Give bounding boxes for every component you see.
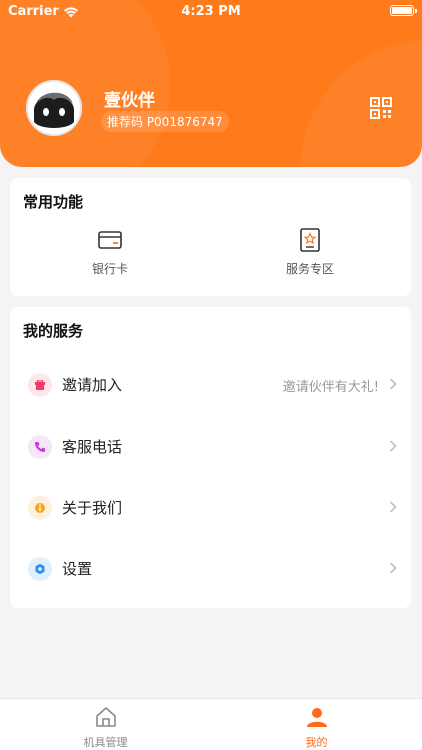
qr-code-icon[interactable] xyxy=(369,96,393,120)
service-item-about[interactable]: 关于我们 xyxy=(10,482,411,534)
service-item-phone[interactable]: 客服电话 xyxy=(10,421,411,473)
chevron-right-icon xyxy=(389,440,397,452)
tab-bar: 机具管理 我的 xyxy=(0,698,422,750)
person-icon xyxy=(306,708,327,727)
service-hint: 邀请伙伴有大礼! xyxy=(282,380,379,395)
bank-card-button[interactable]: 银行卡 xyxy=(10,228,210,277)
referral-code: 推荐码 P001876747 xyxy=(101,111,229,132)
decor-circle xyxy=(0,0,170,167)
common-functions-card: 常用功能 银行卡 服务专区 xyxy=(10,178,411,296)
status-bar: Carrier 4:23 PM xyxy=(0,0,422,22)
clock: 4:23 PM xyxy=(181,4,241,19)
settings-icon xyxy=(28,557,52,581)
card-title: 常用功能 xyxy=(23,193,84,211)
service-zone-label: 服务专区 xyxy=(285,262,334,276)
chevron-right-icon xyxy=(389,378,397,390)
tab-device-management[interactable]: 机具管理 xyxy=(0,705,211,750)
service-zone-icon xyxy=(300,228,320,252)
bank-card-label: 银行卡 xyxy=(91,262,128,276)
info-icon xyxy=(28,496,52,520)
card-title: 我的服务 xyxy=(23,322,84,340)
service-item-settings[interactable]: 设置 xyxy=(10,543,411,595)
home-icon xyxy=(95,707,116,727)
tab-label: 机具管理 xyxy=(83,736,128,749)
tab-label: 我的 xyxy=(305,736,328,749)
decor-circle xyxy=(300,40,422,167)
user-name: 壹伙伴 xyxy=(104,91,155,111)
avatar[interactable] xyxy=(26,80,82,136)
bank-card-icon xyxy=(98,231,122,249)
battery-icon xyxy=(390,5,417,16)
service-label: 设置 xyxy=(62,560,93,578)
service-label: 邀请加入 xyxy=(62,376,123,394)
avatar-face-icon xyxy=(28,82,80,134)
service-label: 关于我们 xyxy=(62,499,123,517)
my-services-card: 我的服务 邀请加入 邀请伙伴有大礼! 客服电话 关于我们 设置 xyxy=(10,307,411,608)
service-item-invite[interactable]: 邀请加入 邀请伙伴有大礼! xyxy=(10,359,411,411)
tab-mine[interactable]: 我的 xyxy=(211,705,422,750)
chevron-right-icon xyxy=(389,562,397,574)
chevron-right-icon xyxy=(389,501,397,513)
service-label: 客服电话 xyxy=(62,438,123,456)
service-zone-button[interactable]: 服务专区 xyxy=(210,228,410,277)
invite-icon xyxy=(28,373,52,397)
phone-icon xyxy=(28,435,52,459)
